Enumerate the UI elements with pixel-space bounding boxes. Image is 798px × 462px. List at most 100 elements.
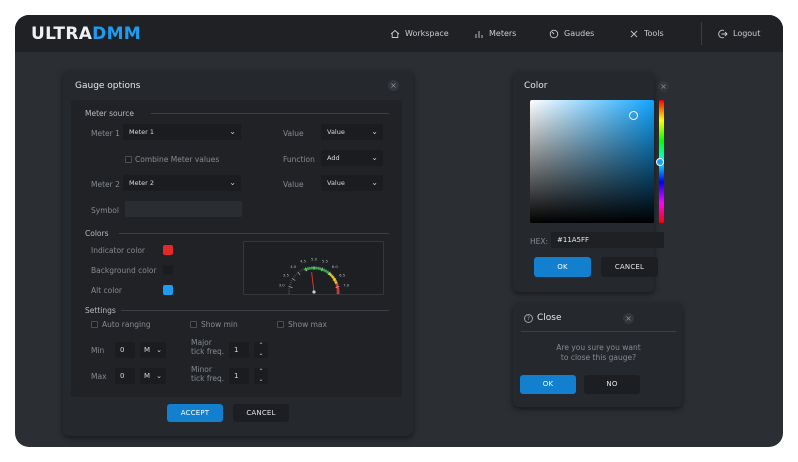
alt-color-swatch[interactable] (163, 285, 173, 295)
nav-meters[interactable]: Meters (474, 15, 516, 52)
logout-label: Logout (733, 29, 761, 38)
select-value: Add (327, 154, 340, 162)
gauge-tick-label: 7.0 (343, 283, 350, 288)
min-input[interactable]: 0 (115, 342, 135, 358)
gauge-preview: 2.02.53.03.54.04.55.05.56.06.57.07.58.0 (243, 241, 384, 309)
value1-select[interactable]: Value ⌄ (321, 124, 383, 140)
hex-input[interactable]: #11A5FF (551, 232, 664, 248)
minor-tick-input[interactable]: 1 (229, 368, 249, 384)
gauge-minor-tick (301, 269, 303, 272)
tools-icon (630, 30, 638, 37)
close-confirm-panel: ? Close × Are you sure you want to close … (513, 303, 682, 407)
label-line: tick freq. (191, 347, 225, 356)
hex-label: HEX: (530, 237, 549, 246)
show-max-checkbox[interactable] (277, 321, 284, 328)
value2-label: Value (283, 180, 304, 189)
close-title: Close (537, 313, 562, 323)
top-bar: ULTRADMM Workspace Meters Gaudes Tools L… (15, 15, 783, 52)
close-icon[interactable]: × (623, 313, 634, 324)
major-tick-stepper[interactable]: ⌃ ⌄ (254, 342, 268, 358)
chevron-down-icon: ⌄ (229, 178, 236, 187)
combine-checkbox[interactable] (125, 156, 132, 163)
nav-gaudes[interactable]: Gaudes (549, 15, 594, 52)
max-input[interactable]: 0 (115, 368, 135, 384)
label-line: Major (191, 338, 212, 347)
divider (521, 331, 676, 332)
indicator-color-swatch[interactable] (163, 245, 173, 255)
chevron-down-icon: ⌄ (371, 127, 378, 136)
select-value: Meter 1 (129, 128, 155, 136)
color-cursor[interactable] (629, 111, 638, 120)
logo: ULTRADMM (31, 24, 142, 44)
gauge-major-tick (297, 271, 301, 276)
background-color-swatch[interactable] (163, 265, 173, 275)
gauge-minor-tick (290, 280, 293, 282)
nav-workspace[interactable]: Workspace (390, 15, 449, 52)
cancel-button[interactable]: CANCEL (233, 404, 289, 422)
function-label: Function (283, 155, 315, 164)
gauge-minor-tick (292, 276, 295, 278)
nav-label: Meters (489, 29, 517, 38)
bars-icon (475, 30, 483, 38)
hue-handle[interactable] (656, 158, 664, 166)
minor-tick-stepper[interactable]: ⌃ ⌄ (254, 368, 268, 384)
settings-heading: Settings (85, 306, 116, 315)
gauge-major-tick (335, 286, 340, 288)
gauge-tick-label: 4.5 (300, 258, 307, 263)
max-label: Max (91, 372, 107, 381)
combine-label: Combine Meter values (135, 155, 220, 164)
auto-ranging-checkbox[interactable] (91, 321, 98, 328)
logout-icon (718, 29, 728, 38)
nav-label: Workspace (405, 29, 449, 38)
gauge-tick-label: 4.0 (290, 264, 297, 269)
chevron-down-icon: ⌄ (371, 153, 378, 162)
label-line: Minor (191, 365, 212, 374)
divider (151, 113, 389, 114)
function-select[interactable]: Add ⌄ (321, 150, 383, 166)
confirm-ok-button[interactable]: OK (520, 375, 576, 394)
chevron-down-icon: ⌄ (371, 178, 378, 187)
nav-label: Tools (644, 29, 664, 38)
close-icon[interactable]: × (658, 81, 669, 92)
indicator-color-label: Indicator color (91, 246, 145, 255)
select-value: M (144, 372, 151, 380)
show-min-checkbox[interactable] (190, 321, 197, 328)
gauge-minor-tick (295, 273, 298, 275)
select-value: M (144, 346, 151, 354)
gauge-hub (312, 290, 316, 294)
value2-select[interactable]: Value ⌄ (321, 175, 383, 191)
background-color-label: Background color (91, 266, 157, 275)
home-icon (390, 29, 400, 38)
app-window: ULTRADMM Workspace Meters Gaudes Tools L… (15, 15, 783, 447)
color-title: Color (524, 81, 548, 91)
min-label: Min (91, 346, 105, 355)
gauge-arc-segment (334, 280, 338, 285)
gauge-tick-label: 6.0 (332, 264, 339, 269)
select-value: Value (327, 179, 345, 187)
logout-button[interactable]: Logout (718, 15, 760, 52)
meter-source-heading: Meter source (85, 109, 135, 118)
gauge-arc-segment (335, 283, 339, 288)
color-cancel-button[interactable]: CANCEL (601, 257, 658, 277)
gauge-tick-label: 5.5 (322, 258, 329, 263)
divider (119, 233, 389, 234)
meter2-label: Meter 2 (91, 180, 120, 189)
symbol-input[interactable] (125, 201, 242, 217)
accept-button[interactable]: ACCEPT (167, 404, 223, 422)
major-tick-input[interactable]: 1 (229, 342, 249, 358)
symbol-label: Symbol (91, 206, 119, 215)
show-max-label: Show max (288, 320, 327, 329)
gauge-tick-label: 5.0 (311, 257, 318, 262)
nav-tools[interactable]: Tools (629, 15, 664, 52)
meter1-select[interactable]: Meter 1 ⌄ (123, 124, 241, 140)
color-ok-button[interactable]: OK (534, 257, 591, 277)
show-min-label: Show min (201, 320, 238, 329)
gauge-tick-label: 3.0 (279, 283, 286, 288)
meter2-select[interactable]: Meter 2 ⌄ (123, 175, 241, 191)
close-icon[interactable]: × (388, 80, 399, 91)
confirm-no-button[interactable]: NO (584, 375, 640, 394)
minor-tick-label: Minor tick freq. (191, 365, 224, 383)
min-unit-select[interactable]: M ⌄ (140, 342, 166, 358)
nav-label: Gaudes (564, 29, 595, 38)
max-unit-select[interactable]: M ⌄ (140, 368, 166, 384)
